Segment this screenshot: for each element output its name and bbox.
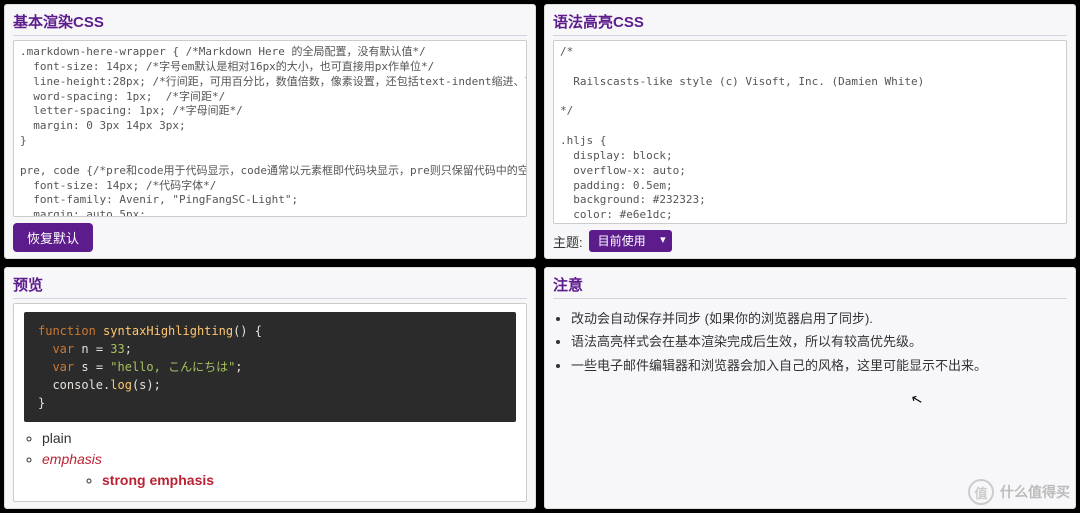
preview-content: function syntaxHighlighting() { var n = … bbox=[13, 303, 527, 502]
theme-label: 主题: bbox=[553, 232, 583, 251]
notes-panel: 注意 改动会自动保存并同步 (如果你的浏览器启用了同步). 语法高亮样式会在基本… bbox=[544, 267, 1076, 509]
list-item: plain bbox=[42, 430, 516, 446]
note-item: 一些电子邮件编辑器和浏览器会加入自己的风格，这里可能显示不出来。 bbox=[571, 354, 1067, 377]
notes-title: 注意 bbox=[553, 274, 1067, 299]
watermark-logo-icon: 值 bbox=[968, 479, 994, 505]
watermark: 值 什么值得买 bbox=[968, 479, 1070, 505]
theme-row: 主题: 目前使用 bbox=[553, 230, 1067, 252]
watermark-text: 什么值得买 bbox=[1000, 482, 1070, 502]
reset-default-button[interactable]: 恢复默认 bbox=[13, 223, 93, 252]
basic-css-title: 基本渲染CSS bbox=[13, 11, 527, 36]
note-item: 改动会自动保存并同步 (如果你的浏览器启用了同步). bbox=[571, 307, 1067, 330]
preview-list: plain emphasis strong emphasis bbox=[42, 430, 516, 488]
syntax-css-panel: 语法高亮CSS 主题: 目前使用 bbox=[544, 4, 1076, 259]
cursor-icon: ↖ bbox=[909, 390, 925, 409]
list-item: strong emphasis bbox=[102, 472, 516, 488]
note-item: 语法高亮样式会在基本渲染完成后生效，所以有较高优先级。 bbox=[571, 330, 1067, 353]
notes-list: 改动会自动保存并同步 (如果你的浏览器启用了同步). 语法高亮样式会在基本渲染完… bbox=[571, 307, 1067, 377]
syntax-css-textarea[interactable] bbox=[553, 40, 1067, 224]
preview-panel: 预览 function syntaxHighlighting() { var n… bbox=[4, 267, 536, 509]
basic-css-textarea[interactable] bbox=[13, 40, 527, 217]
basic-css-panel: 基本渲染CSS 恢复默认 bbox=[4, 4, 536, 259]
list-item: emphasis strong emphasis bbox=[42, 451, 516, 488]
theme-select[interactable]: 目前使用 bbox=[589, 230, 672, 252]
syntax-css-title: 语法高亮CSS bbox=[553, 11, 1067, 36]
preview-title: 预览 bbox=[13, 274, 527, 299]
preview-codeblock: function syntaxHighlighting() { var n = … bbox=[24, 312, 516, 422]
